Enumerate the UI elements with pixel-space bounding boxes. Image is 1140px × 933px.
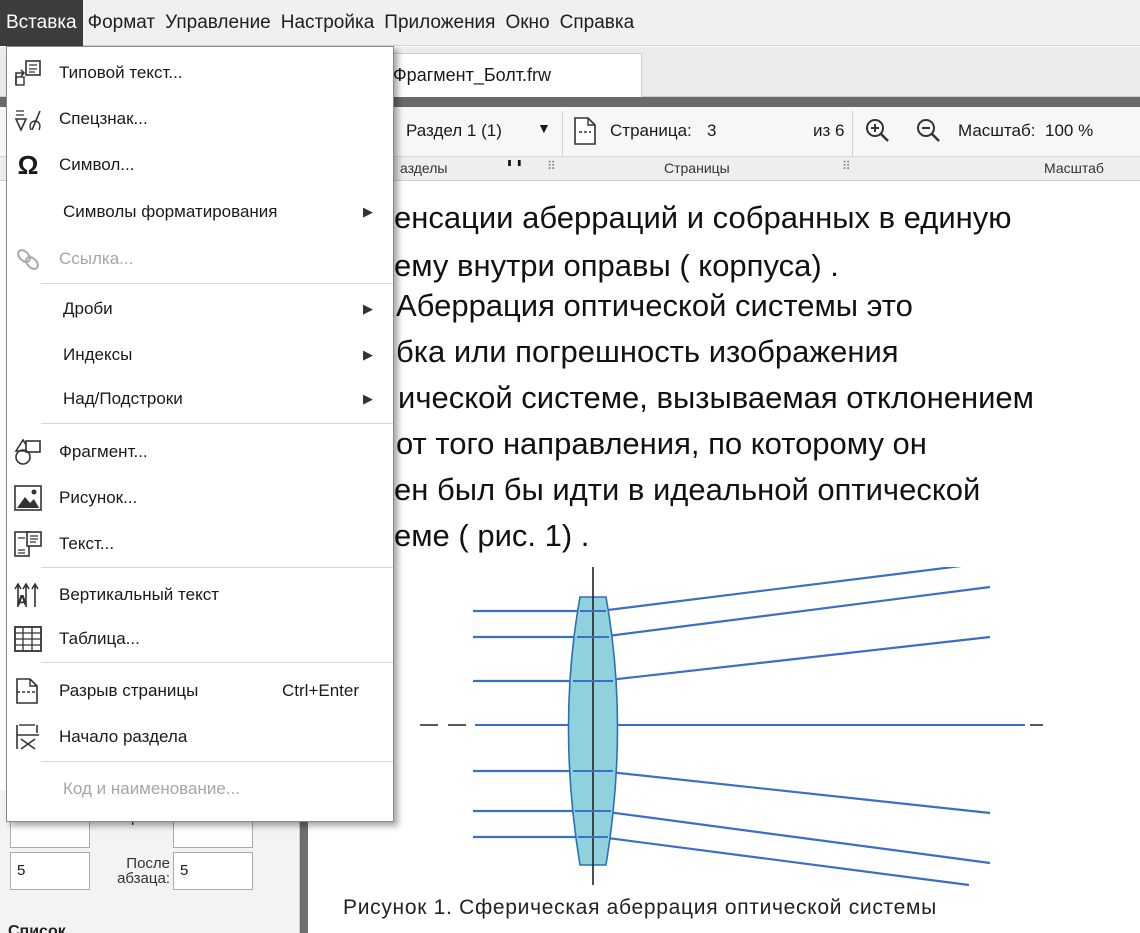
doc-line-5: ической системе, вызываемая отклонением <box>398 380 1034 415</box>
page-total: из 6 <box>813 121 845 140</box>
zoom-in-icon[interactable] <box>864 117 892 145</box>
menu-separator <box>41 283 393 284</box>
submenu-arrow-icon: ▶ <box>363 391 373 406</box>
menu-item-label: Вертикальный текст <box>59 585 219 604</box>
menu-window[interactable]: Окно <box>500 0 554 46</box>
chevron-down-icon[interactable]: ▼ <box>537 120 551 136</box>
spacing-before-field[interactable]: 5 <box>10 852 90 890</box>
menu-apps[interactable]: Приложения <box>379 0 500 46</box>
menu-item-fractions[interactable]: Дроби ▶ <box>7 287 393 331</box>
after-label-line2: абзаца: <box>117 870 170 887</box>
text-block-icon <box>14 531 42 557</box>
special-sign-icon <box>14 110 41 132</box>
menu-item-link: Ссылка... <box>7 237 393 281</box>
menu-item-label: Ссылка... <box>59 249 134 268</box>
spacing-after-field[interactable]: 5 <box>173 852 253 890</box>
grip-icon: ⠿ <box>842 159 851 173</box>
menu-item-symbol[interactable]: Ω Символ... <box>7 143 393 187</box>
menu-item-text[interactable]: Текст... <box>7 522 393 566</box>
group-label-sections: азделы <box>400 160 448 176</box>
submenu-arrow-icon: ▶ <box>363 204 373 219</box>
menu-item-label: Над/Подстроки <box>63 389 183 408</box>
table-icon <box>14 626 42 652</box>
after-label: После абзаца: <box>98 856 170 886</box>
doc-line-1: енсации аберраций и собранных в единую <box>394 200 1012 235</box>
group-label-pages: Страницы <box>664 160 730 176</box>
menu-item-section-start[interactable]: Начало раздела <box>7 715 393 759</box>
omega-icon: Ω <box>17 150 39 180</box>
clipped-text-fragment: п <box>506 160 606 174</box>
menubar: Вставка Формат Управление Настройка Прил… <box>0 0 1140 46</box>
scale-label: Масштаб: <box>958 121 1036 140</box>
doc-line-2: ему внутри оправы ( корпуса) . <box>394 248 839 283</box>
menu-manage[interactable]: Управление <box>160 0 276 46</box>
svg-text:A: A <box>17 594 27 609</box>
section-start-icon <box>16 724 39 750</box>
menu-item-shortcut: Ctrl+Enter <box>282 681 359 700</box>
menu-item-formatting-symbols[interactable]: Символы форматирования ▶ <box>7 190 393 234</box>
menu-item-label: Таблица... <box>59 629 140 648</box>
document-tab[interactable]: Фрагмент_Болт.frw <box>380 53 642 97</box>
menu-separator <box>41 423 393 424</box>
menu-item-label: Дроби <box>63 299 113 318</box>
document-area[interactable]: п енсации аберраций и собранных в единую… <box>310 160 1140 933</box>
aberration-figure <box>420 567 1043 887</box>
menu-item-label: Фрагмент... <box>59 442 148 461</box>
menu-item-indices[interactable]: Индексы ▶ <box>7 333 393 377</box>
group-label-scale: Масштаб <box>1044 160 1104 176</box>
scale-input[interactable]: 100 % <box>1045 121 1093 141</box>
menu-item-label: Рисунок... <box>59 488 138 507</box>
image-icon <box>14 485 42 511</box>
menu-item-label: Текст... <box>59 534 115 553</box>
menu-item-fragment[interactable]: Фрагмент... <box>7 430 393 474</box>
link-icon <box>17 249 39 270</box>
menu-item-label: Спецзнак... <box>59 109 148 128</box>
section-select[interactable]: Раздел 1 (1) <box>406 121 502 141</box>
menu-item-template-text[interactable]: Типовой текст... <box>7 51 393 95</box>
menu-item-label: Типовой текст... <box>59 63 183 82</box>
doc-line-8: еме ( рис. 1) . <box>394 518 590 553</box>
doc-line-3: Аберрация оптической системы это <box>396 288 913 323</box>
template-text-icon <box>15 60 41 86</box>
menu-item-page-break[interactable]: Разрыв страницы Ctrl+Enter <box>7 669 393 713</box>
doc-line-7: ен был бы идти в идеальной оптической <box>394 472 981 507</box>
figure-caption: Рисунок 1. Сферическая аберрация оптичес… <box>343 896 937 919</box>
menu-item-label: Код и наименование... <box>63 779 240 798</box>
vertical-text-icon: A <box>14 582 39 609</box>
menu-item-label: Начало раздела <box>59 727 188 746</box>
menu-item-label: Индексы <box>63 345 133 364</box>
menu-separator <box>41 567 393 568</box>
menu-item-special-sign[interactable]: Спецзнак... <box>7 97 393 141</box>
fragment-icon <box>14 438 41 465</box>
list-section-heading: Список <box>8 923 66 933</box>
doc-line-4: бка или погрешность изображения <box>396 334 899 369</box>
menu-help[interactable]: Справка <box>555 0 640 46</box>
menu-item-label: Разрыв страницы <box>59 681 199 700</box>
menu-format[interactable]: Формат <box>83 0 161 46</box>
insert-dropdown-menu: Типовой текст... Спецзнак... Ω Символ...… <box>6 46 394 822</box>
submenu-arrow-icon: ▶ <box>363 301 373 316</box>
menu-separator <box>41 761 393 762</box>
doc-line-6: от того направления, по которому он <box>396 426 927 461</box>
menu-item-table[interactable]: Таблица... <box>7 617 393 661</box>
menu-item-vertical-text[interactable]: A Вертикальный текст <box>7 573 393 617</box>
menu-item-code-and-name: Код и наименование... <box>7 767 393 811</box>
submenu-arrow-icon: ▶ <box>363 347 373 362</box>
menu-separator <box>41 662 393 663</box>
menu-item-image[interactable]: Рисунок... <box>7 476 393 520</box>
menu-item-over-under[interactable]: Над/Подстроки ▶ <box>7 377 393 421</box>
page-icon <box>574 117 596 145</box>
menu-insert[interactable]: Вставка <box>0 0 83 46</box>
page-number-input[interactable]: 3 <box>707 121 716 141</box>
page-break-icon <box>16 678 38 704</box>
menu-item-label: Символ... <box>59 155 135 174</box>
menu-settings[interactable]: Настройка <box>276 0 380 46</box>
page-label: Страница: <box>610 121 692 140</box>
menu-item-label: Символы форматирования <box>63 202 278 221</box>
zoom-out-icon[interactable] <box>915 117 943 145</box>
document-tab-title: Фрагмент_Болт.frw <box>393 65 552 85</box>
